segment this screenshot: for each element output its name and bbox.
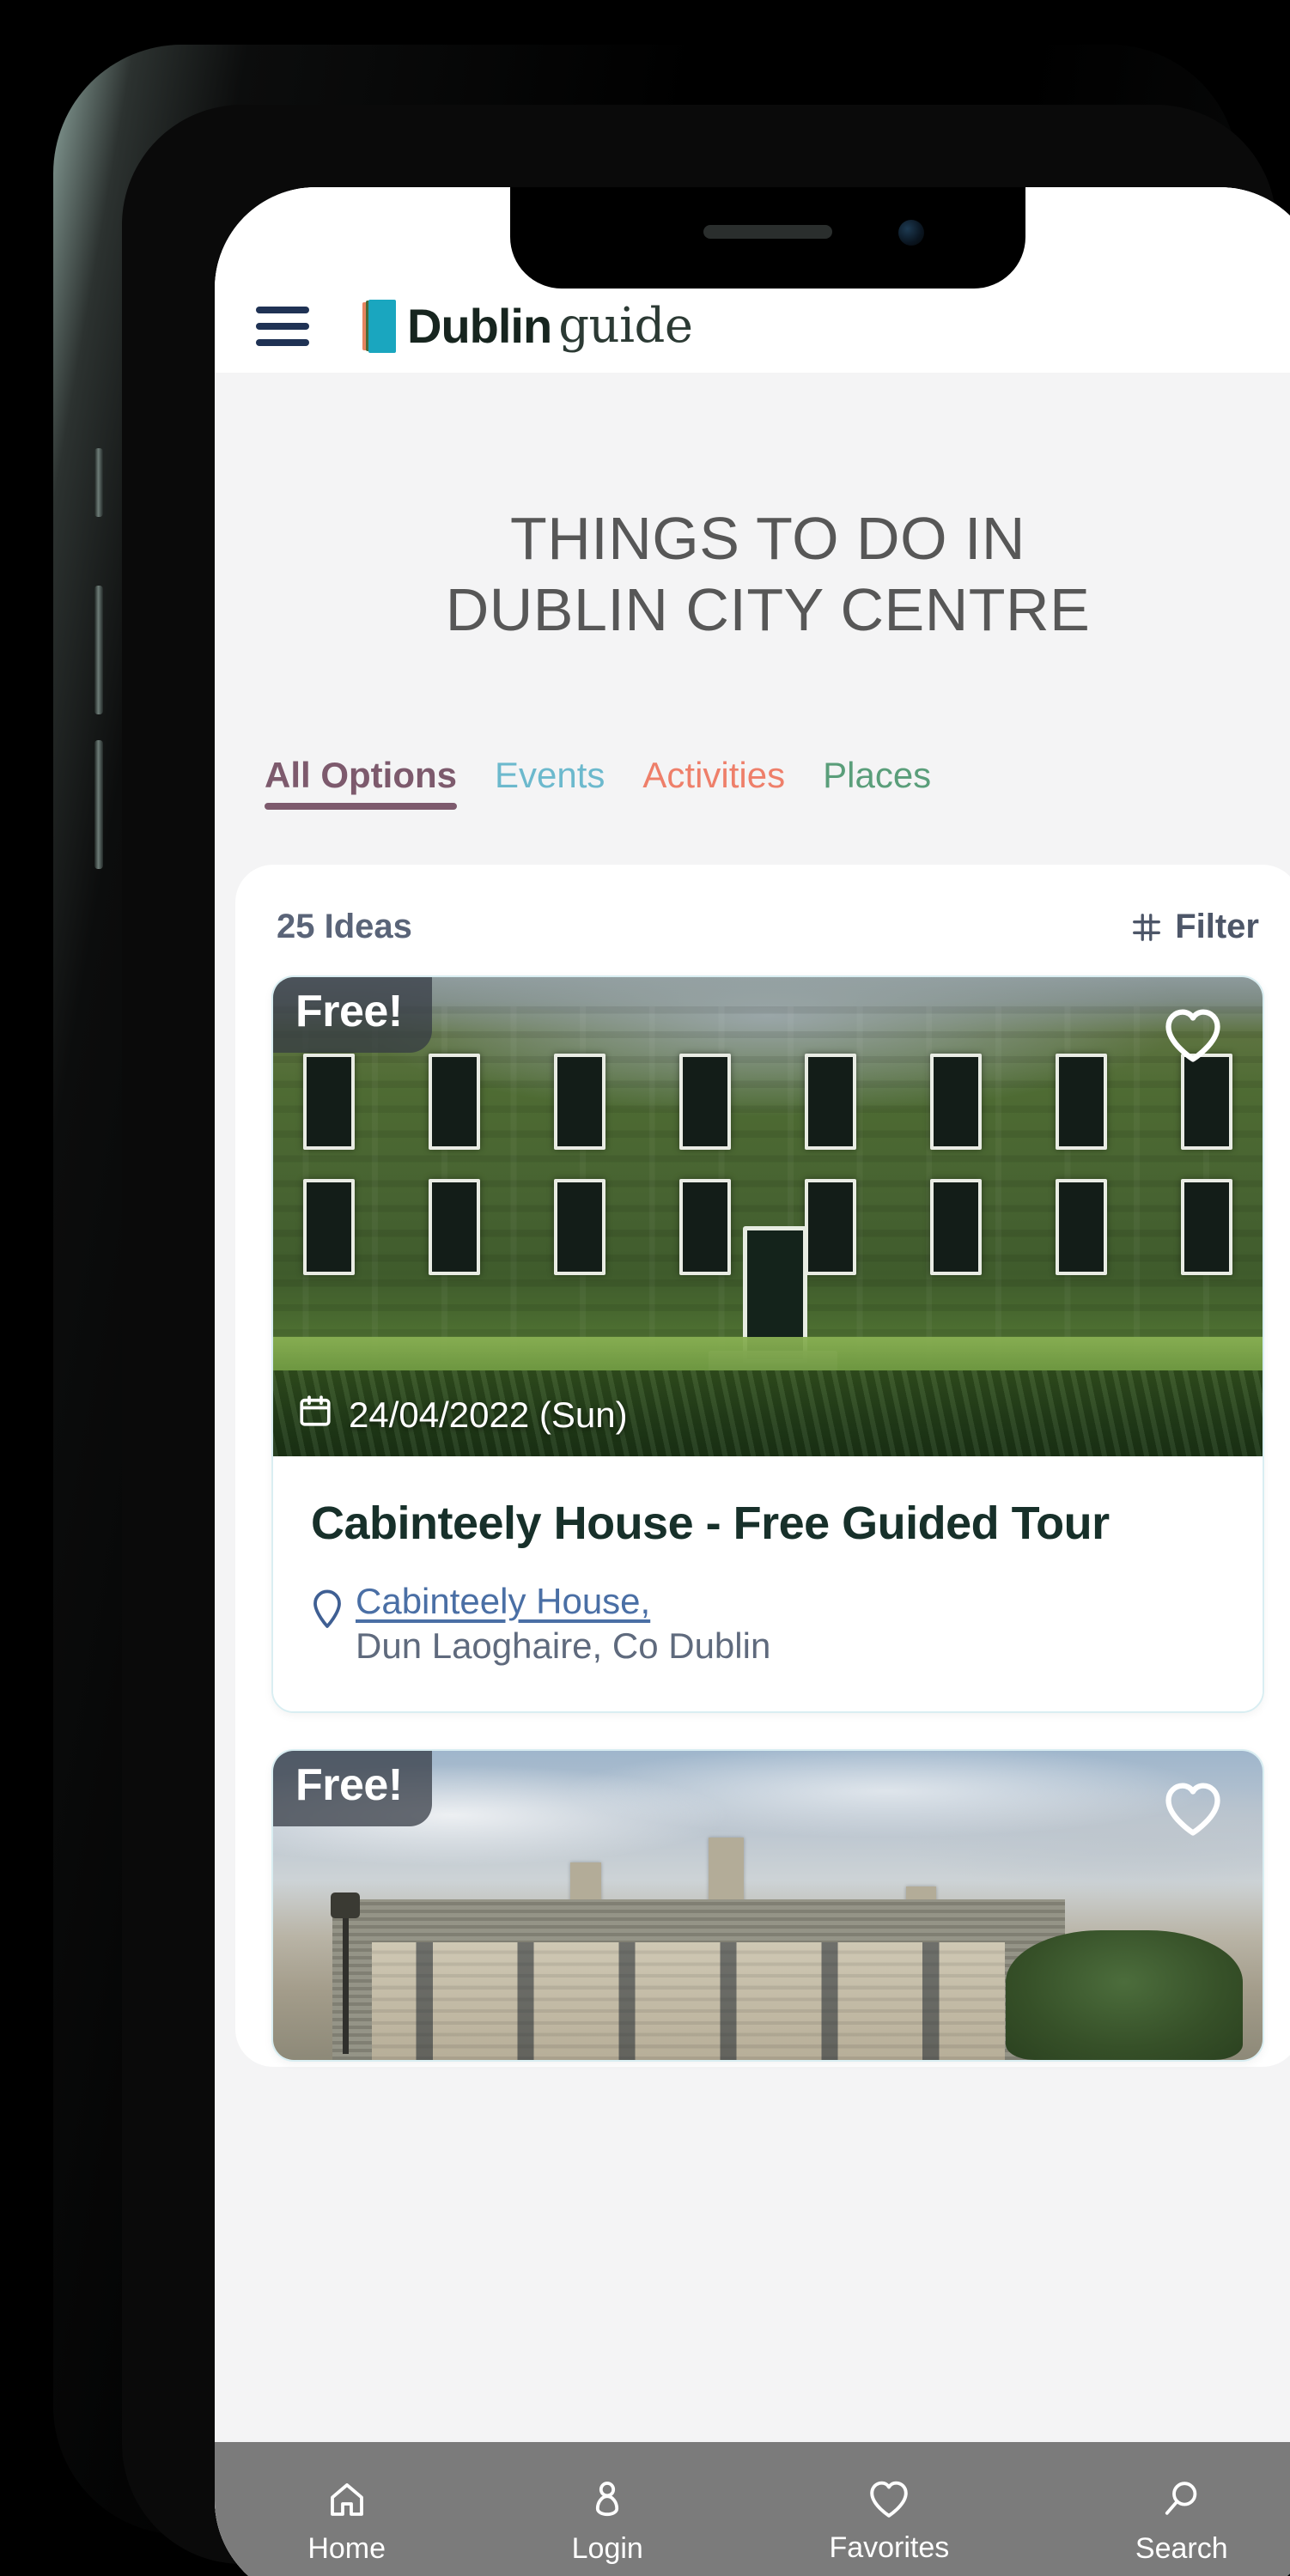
results-panel: 25 Ideas Filter Free! 24/04/2022 (Sun) C… [235, 865, 1290, 2068]
volume-down-button[interactable] [94, 740, 103, 869]
heart-outline-icon [867, 2479, 910, 2523]
tab-active-underline [265, 803, 457, 811]
nav-item-home[interactable]: Home [307, 2478, 386, 2566]
mute-switch[interactable] [94, 448, 103, 517]
nav-item-home-label: Home [307, 2532, 386, 2565]
card-image: Free! [273, 977, 1263, 1457]
tab-all-options[interactable]: All Options [265, 755, 457, 811]
favorite-heart-icon[interactable] [1161, 1780, 1225, 1841]
nav-item-favorites[interactable]: Favorites [829, 2479, 949, 2565]
bottom-navigation-bar: Home Login Favorites Search [215, 2442, 1290, 2576]
logo-primary-text: Dublin [407, 299, 552, 353]
location-subtext: Dun Laoghaire, Co Dublin [356, 1625, 771, 1666]
tab-places[interactable]: Places [823, 755, 931, 810]
nav-item-search[interactable]: Search [1135, 2478, 1228, 2566]
page-title-line-1: THINGS TO DO IN [510, 505, 1025, 572]
tab-places-label: Places [823, 755, 932, 796]
card-body: Cabinteely House - Free Guided Tour Cabi… [273, 1456, 1263, 1711]
page-title-line-2: DUBLIN CITY CENTRE [445, 575, 1091, 643]
book-icon [362, 299, 397, 353]
nav-item-favorites-label: Favorites [829, 2531, 950, 2564]
tab-activities[interactable]: Activities [642, 755, 785, 810]
front-camera [898, 220, 924, 246]
filter-button[interactable]: Filter [1130, 908, 1259, 946]
ideas-count: 25 Ideas [277, 908, 412, 946]
person-icon [587, 2478, 628, 2524]
volume-up-button[interactable] [94, 586, 103, 714]
idea-card[interactable]: Free! [271, 975, 1264, 1713]
phone-frame: Dublin guide THINGS TO DO IN DUBLIN CITY… [53, 45, 1290, 2576]
home-icon [326, 2478, 368, 2524]
photo-wall [372, 1942, 1006, 2060]
page-title: THINGS TO DO IN DUBLIN CITY CENTRE [215, 373, 1290, 645]
category-tabs: All Options Events Activities Places [215, 645, 1290, 811]
favorite-heart-icon[interactable] [1161, 1006, 1225, 1067]
page-scroll-area[interactable]: THINGS TO DO IN DUBLIN CITY CENTRE All O… [215, 373, 1290, 2576]
photo-tree [1005, 1929, 1243, 2060]
nav-item-search-label: Search [1135, 2532, 1228, 2565]
tab-events-label: Events [495, 755, 605, 796]
results-panel-header: 25 Ideas Filter [271, 908, 1264, 946]
phone-bezel: Dublin guide THINGS TO DO IN DUBLIN CITY… [122, 105, 1290, 2576]
card-title: Cabinteely House - Free Guided Tour [311, 1498, 1110, 1550]
app-viewport: Dublin guide THINGS TO DO IN DUBLIN CITY… [215, 187, 1290, 2576]
card-date-text: 24/04/2022 (Sun) [349, 1394, 628, 1436]
idea-card[interactable]: Free! [271, 1748, 1264, 2062]
home-indicator [613, 2573, 922, 2576]
logo-secondary-text: guide [558, 298, 693, 354]
price-badge: Free! [273, 1750, 432, 1826]
search-icon [1161, 2478, 1202, 2524]
photo-window-row [302, 1054, 1233, 1151]
filter-label: Filter [1175, 908, 1259, 946]
screenshot-stage: Dublin guide THINGS TO DO IN DUBLIN CITY… [0, 0, 1290, 2576]
tab-events[interactable]: Events [495, 755, 605, 810]
card-date: 24/04/2022 (Sun) [297, 1393, 628, 1437]
location-link[interactable]: Cabinteely House, [356, 1581, 650, 1621]
card-image: Free! [273, 1750, 1263, 2060]
hamburger-menu-icon[interactable] [256, 306, 309, 346]
app-logo[interactable]: Dublin guide [362, 298, 693, 354]
earpiece-speaker [703, 225, 832, 239]
tab-activities-label: Activities [642, 755, 786, 796]
price-badge: Free! [273, 977, 432, 1054]
nav-item-login[interactable]: Login [572, 2478, 643, 2566]
photo-lamppost [330, 1893, 360, 2054]
card-location: Cabinteely House, Dun Laoghaire, Co Dubl… [311, 1581, 1225, 1667]
filter-sliders-icon [1130, 911, 1163, 944]
tab-all-options-label: All Options [265, 755, 457, 796]
phone-screen: Dublin guide THINGS TO DO IN DUBLIN CITY… [215, 187, 1290, 2576]
notch [510, 187, 1025, 289]
nav-item-login-label: Login [571, 2532, 643, 2565]
calendar-icon [297, 1393, 333, 1437]
map-pin-icon [311, 1581, 344, 1667]
